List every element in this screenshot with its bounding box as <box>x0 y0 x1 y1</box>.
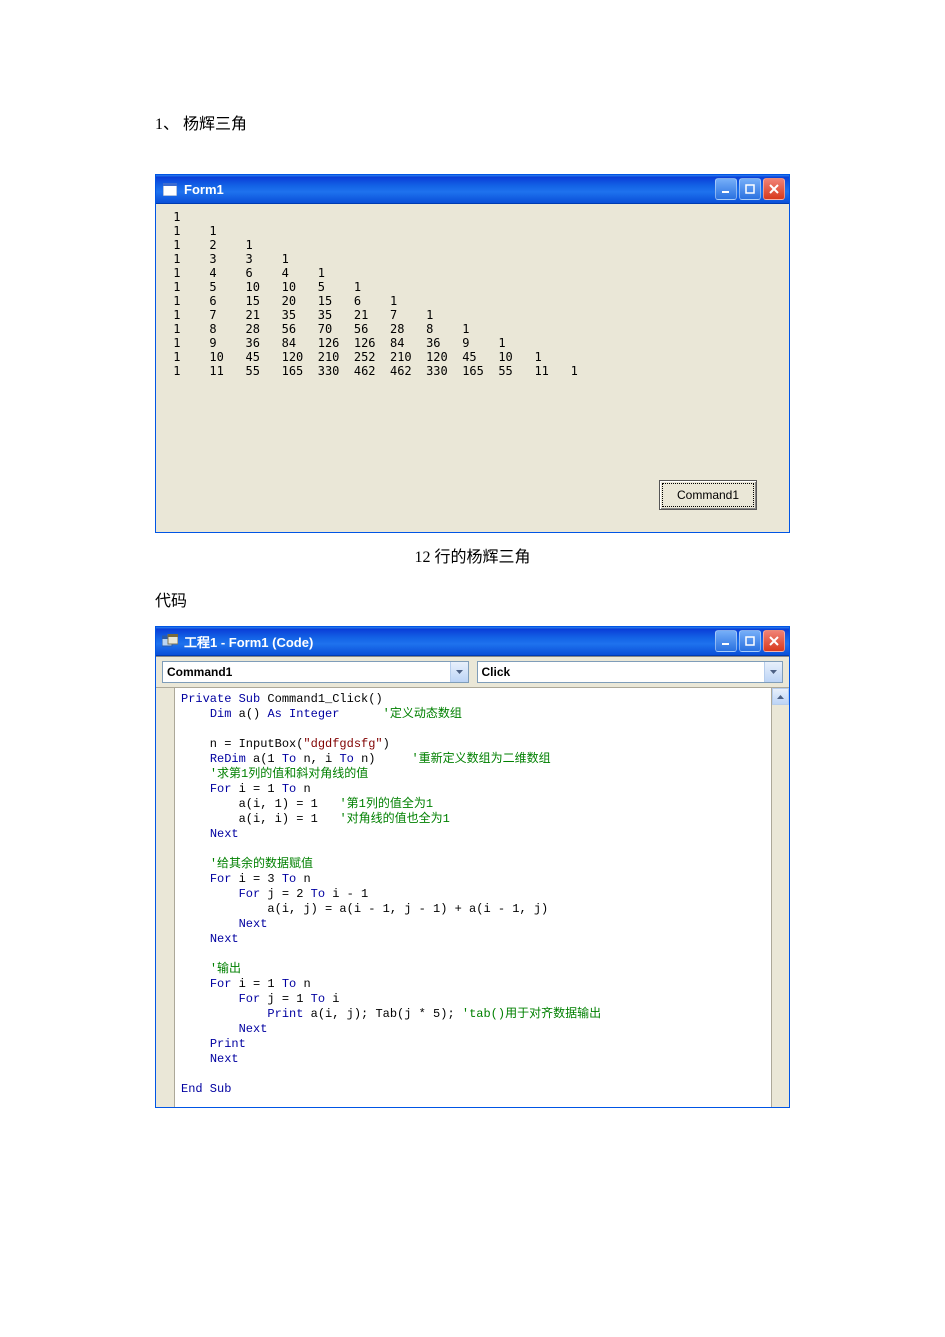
pascal-triangle-output: 1 1 1 1 2 1 1 3 3 1 1 4 6 4 1 1 5 10 10 … <box>166 210 779 378</box>
code-titlebar[interactable]: 工程1 - Form1 (Code) <box>156 627 789 656</box>
doc-heading: 1、 杨辉三角 <box>155 110 790 134</box>
procedure-combo-value: Click <box>482 665 511 679</box>
close-button[interactable] <box>763 178 785 200</box>
combo-row: Command1 Click <box>156 657 789 688</box>
code-window: 工程1 - Form1 (Code) Command1 <box>155 626 790 1108</box>
code-window-title: 工程1 - Form1 (Code) <box>184 632 313 651</box>
scroll-up-button[interactable] <box>772 688 789 705</box>
minimize-button[interactable] <box>715 178 737 200</box>
maximize-button[interactable] <box>739 630 761 652</box>
titlebar[interactable]: Form1 <box>156 175 789 204</box>
procedure-combo[interactable]: Click <box>477 661 784 683</box>
form1-window: Form1 1 1 1 1 2 1 1 3 3 1 1 4 6 4 1 <box>155 174 790 533</box>
vertical-scrollbar[interactable] <box>771 688 789 1107</box>
figure-caption: 12 行的杨辉三角 <box>155 543 790 567</box>
object-combo[interactable]: Command1 <box>162 661 469 683</box>
chevron-down-icon[interactable] <box>764 662 782 682</box>
code-heading: 代码 <box>155 587 790 611</box>
window-title: Form1 <box>184 182 224 197</box>
command1-button[interactable]: Command1 <box>659 480 757 510</box>
maximize-button[interactable] <box>739 178 761 200</box>
close-button[interactable] <box>763 630 785 652</box>
vb-icon <box>162 633 178 649</box>
chevron-down-icon[interactable] <box>450 662 468 682</box>
form-client-area: 1 1 1 1 2 1 1 3 3 1 1 4 6 4 1 1 5 10 10 … <box>156 204 789 532</box>
code-margin <box>156 688 175 1107</box>
object-combo-value: Command1 <box>167 665 232 679</box>
minimize-button[interactable] <box>715 630 737 652</box>
code-editor-area[interactable]: Private Sub Command1_Click() Dim a() As … <box>175 688 771 1107</box>
form-icon <box>162 181 178 197</box>
